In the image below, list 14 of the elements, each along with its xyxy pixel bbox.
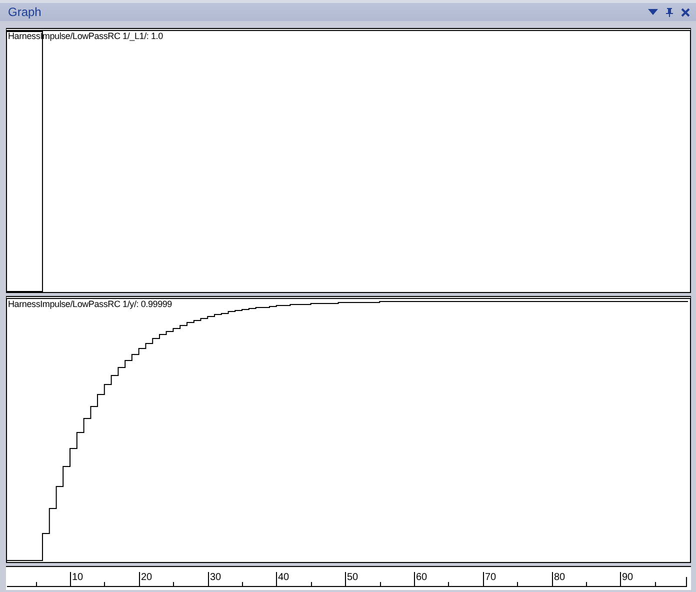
tick-label: 80 [554,572,566,583]
tick-label: 90 [622,572,634,583]
tick-label: 40 [278,572,290,583]
tick-label: 60 [416,572,428,583]
dropdown-icon[interactable] [648,9,658,15]
tick-label: 50 [347,572,358,583]
tick-label: 20 [141,572,152,583]
close-icon[interactable] [681,8,690,16]
tick-label: 30 [210,572,222,583]
pin-icon[interactable] [666,8,673,16]
trace-label: HarnessImpulse/LowPassRC 1/y/: 0.99999 [8,299,172,310]
tick-label: 10 [72,572,84,583]
tick-label: 70 [485,572,496,583]
window-title: Graph [8,4,42,21]
